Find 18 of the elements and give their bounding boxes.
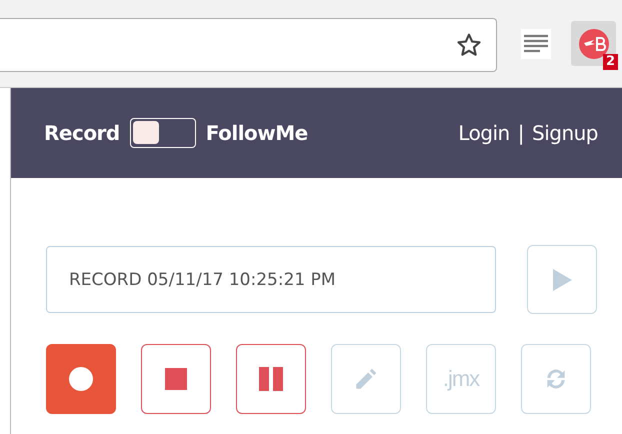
stop-icon xyxy=(165,368,187,390)
play-icon xyxy=(551,268,574,292)
reader-icon[interactable] xyxy=(521,28,551,58)
record-label: Record xyxy=(44,121,120,145)
followme-label: FollowMe xyxy=(206,121,308,145)
login-link[interactable]: Login xyxy=(458,121,510,145)
pause-button[interactable] xyxy=(236,344,306,414)
record-button[interactable] xyxy=(46,344,116,414)
separator: | xyxy=(518,121,524,145)
logo-icon xyxy=(578,28,608,58)
pause-icon xyxy=(259,367,283,391)
followme-toggle[interactable] xyxy=(130,118,196,148)
notification-badge: 2 xyxy=(602,54,618,70)
circle-icon xyxy=(68,366,94,392)
signup-link[interactable]: Signup xyxy=(532,121,598,145)
star-icon[interactable] xyxy=(456,32,482,58)
test-name-field[interactable]: RECORD 05/11/17 10:25:21 PM xyxy=(46,246,496,313)
stop-button[interactable] xyxy=(141,344,211,414)
